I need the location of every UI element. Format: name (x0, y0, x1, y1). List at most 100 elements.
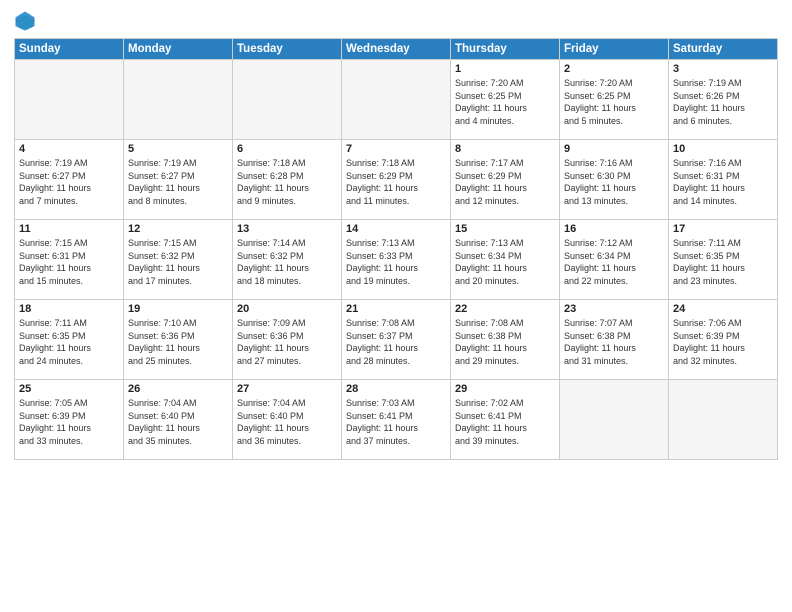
calendar-week-row: 4 Sunrise: 7:19 AM Sunset: 6:27 PM Daylig… (15, 140, 778, 220)
day-number: 29 (455, 383, 555, 395)
calendar-cell: 28 Sunrise: 7:03 AM Sunset: 6:41 PM Dayli… (342, 380, 451, 460)
calendar-day-header: Saturday (669, 39, 778, 60)
day-number: 17 (673, 223, 773, 235)
calendar-cell (233, 60, 342, 140)
calendar-cell (15, 60, 124, 140)
calendar-cell: 12 Sunrise: 7:15 AM Sunset: 6:32 PM Dayli… (124, 220, 233, 300)
calendar-cell: 1 Sunrise: 7:20 AM Sunset: 6:25 PM Daylig… (451, 60, 560, 140)
day-info: Sunrise: 7:15 AM Sunset: 6:31 PM Dayligh… (19, 237, 119, 287)
day-info: Sunrise: 7:07 AM Sunset: 6:38 PM Dayligh… (564, 317, 664, 367)
day-info: Sunrise: 7:18 AM Sunset: 6:29 PM Dayligh… (346, 157, 446, 207)
day-number: 25 (19, 383, 119, 395)
day-info: Sunrise: 7:04 AM Sunset: 6:40 PM Dayligh… (128, 397, 228, 447)
calendar-cell: 15Sunrise: 7:13 AM Sunset: 6:34 PM Dayli… (451, 220, 560, 300)
calendar-cell: 24Sunrise: 7:06 AM Sunset: 6:39 PM Dayli… (669, 300, 778, 380)
calendar-day-header: Wednesday (342, 39, 451, 60)
day-number: 5 (128, 143, 228, 155)
day-info: Sunrise: 7:13 AM Sunset: 6:34 PM Dayligh… (455, 237, 555, 287)
day-info: Sunrise: 7:09 AM Sunset: 6:36 PM Dayligh… (237, 317, 337, 367)
day-number: 7 (346, 143, 446, 155)
calendar-cell: 5 Sunrise: 7:19 AM Sunset: 6:27 PM Daylig… (124, 140, 233, 220)
calendar-cell: 2 Sunrise: 7:20 AM Sunset: 6:25 PM Daylig… (560, 60, 669, 140)
day-info: Sunrise: 7:12 AM Sunset: 6:34 PM Dayligh… (564, 237, 664, 287)
calendar-cell (560, 380, 669, 460)
day-info: Sunrise: 7:11 AM Sunset: 6:35 PM Dayligh… (673, 237, 773, 287)
calendar-cell: 18 Sunrise: 7:11 AM Sunset: 6:35 PM Dayli… (15, 300, 124, 380)
logo-icon (14, 10, 36, 32)
day-info: Sunrise: 7:04 AM Sunset: 6:40 PM Dayligh… (237, 397, 337, 447)
calendar-cell: 25 Sunrise: 7:05 AM Sunset: 6:39 PM Dayli… (15, 380, 124, 460)
day-info: Sunrise: 7:19 AM Sunset: 6:27 PM Dayligh… (19, 157, 119, 207)
day-info: Sunrise: 7:20 AM Sunset: 6:25 PM Dayligh… (455, 77, 555, 127)
day-number: 20 (237, 303, 337, 315)
calendar-cell: 23 Sunrise: 7:07 AM Sunset: 6:38 PM Dayli… (560, 300, 669, 380)
calendar-week-row: 1 Sunrise: 7:20 AM Sunset: 6:25 PM Daylig… (15, 60, 778, 140)
day-info: Sunrise: 7:19 AM Sunset: 6:27 PM Dayligh… (128, 157, 228, 207)
day-info: Sunrise: 7:14 AM Sunset: 6:32 PM Dayligh… (237, 237, 337, 287)
calendar-day-header: Tuesday (233, 39, 342, 60)
calendar-header-row: SundayMondayTuesdayWednesdayThursdayFrid… (15, 39, 778, 60)
day-info: Sunrise: 7:19 AM Sunset: 6:26 PM Dayligh… (673, 77, 773, 127)
logo (14, 10, 40, 32)
day-number: 24 (673, 303, 773, 315)
calendar-cell (342, 60, 451, 140)
day-number: 19 (128, 303, 228, 315)
calendar-cell: 9 Sunrise: 7:16 AM Sunset: 6:30 PM Daylig… (560, 140, 669, 220)
calendar: SundayMondayTuesdayWednesdayThursdayFrid… (14, 38, 778, 460)
day-number: 1 (455, 63, 555, 75)
day-number: 9 (564, 143, 664, 155)
day-number: 23 (564, 303, 664, 315)
day-number: 8 (455, 143, 555, 155)
calendar-cell: 19 Sunrise: 7:10 AM Sunset: 6:36 PM Dayli… (124, 300, 233, 380)
day-number: 11 (19, 223, 119, 235)
calendar-cell: 17 Sunrise: 7:11 AM Sunset: 6:35 PM Dayli… (669, 220, 778, 300)
calendar-day-header: Monday (124, 39, 233, 60)
day-info: Sunrise: 7:05 AM Sunset: 6:39 PM Dayligh… (19, 397, 119, 447)
day-number: 21 (346, 303, 446, 315)
calendar-cell: 6 Sunrise: 7:18 AM Sunset: 6:28 PM Daylig… (233, 140, 342, 220)
calendar-cell: 8 Sunrise: 7:17 AM Sunset: 6:29 PM Daylig… (451, 140, 560, 220)
calendar-cell: 26 Sunrise: 7:04 AM Sunset: 6:40 PM Dayli… (124, 380, 233, 460)
calendar-day-header: Sunday (15, 39, 124, 60)
calendar-cell: 16 Sunrise: 7:12 AM Sunset: 6:34 PM Dayli… (560, 220, 669, 300)
calendar-cell: 27 Sunrise: 7:04 AM Sunset: 6:40 PM Dayli… (233, 380, 342, 460)
day-info: Sunrise: 7:15 AM Sunset: 6:32 PM Dayligh… (128, 237, 228, 287)
day-info: Sunrise: 7:16 AM Sunset: 6:30 PM Dayligh… (564, 157, 664, 207)
calendar-cell (124, 60, 233, 140)
day-info: Sunrise: 7:18 AM Sunset: 6:28 PM Dayligh… (237, 157, 337, 207)
day-number: 10 (673, 143, 773, 155)
day-info: Sunrise: 7:08 AM Sunset: 6:38 PM Dayligh… (455, 317, 555, 367)
calendar-cell: 4 Sunrise: 7:19 AM Sunset: 6:27 PM Daylig… (15, 140, 124, 220)
calendar-day-header: Thursday (451, 39, 560, 60)
day-info: Sunrise: 7:17 AM Sunset: 6:29 PM Dayligh… (455, 157, 555, 207)
day-number: 13 (237, 223, 337, 235)
day-number: 2 (564, 63, 664, 75)
calendar-cell: 14 Sunrise: 7:13 AM Sunset: 6:33 PM Dayli… (342, 220, 451, 300)
calendar-cell: 13 Sunrise: 7:14 AM Sunset: 6:32 PM Dayli… (233, 220, 342, 300)
calendar-cell: 3 Sunrise: 7:19 AM Sunset: 6:26 PM Daylig… (669, 60, 778, 140)
day-number: 12 (128, 223, 228, 235)
day-number: 4 (19, 143, 119, 155)
day-number: 22 (455, 303, 555, 315)
calendar-cell: 20 Sunrise: 7:09 AM Sunset: 6:36 PM Dayli… (233, 300, 342, 380)
day-number: 26 (128, 383, 228, 395)
day-number: 18 (19, 303, 119, 315)
day-number: 16 (564, 223, 664, 235)
calendar-cell (669, 380, 778, 460)
calendar-cell: 21 Sunrise: 7:08 AM Sunset: 6:37 PM Dayli… (342, 300, 451, 380)
day-info: Sunrise: 7:13 AM Sunset: 6:33 PM Dayligh… (346, 237, 446, 287)
calendar-cell: 7 Sunrise: 7:18 AM Sunset: 6:29 PM Daylig… (342, 140, 451, 220)
day-info: Sunrise: 7:10 AM Sunset: 6:36 PM Dayligh… (128, 317, 228, 367)
day-number: 14 (346, 223, 446, 235)
calendar-cell: 10Sunrise: 7:16 AM Sunset: 6:31 PM Dayli… (669, 140, 778, 220)
day-number: 3 (673, 63, 773, 75)
day-info: Sunrise: 7:08 AM Sunset: 6:37 PM Dayligh… (346, 317, 446, 367)
day-info: Sunrise: 7:11 AM Sunset: 6:35 PM Dayligh… (19, 317, 119, 367)
day-number: 27 (237, 383, 337, 395)
calendar-cell: 29Sunrise: 7:02 AM Sunset: 6:41 PM Dayli… (451, 380, 560, 460)
page: SundayMondayTuesdayWednesdayThursdayFrid… (0, 0, 792, 612)
day-info: Sunrise: 7:20 AM Sunset: 6:25 PM Dayligh… (564, 77, 664, 127)
day-number: 28 (346, 383, 446, 395)
day-info: Sunrise: 7:03 AM Sunset: 6:41 PM Dayligh… (346, 397, 446, 447)
day-number: 6 (237, 143, 337, 155)
